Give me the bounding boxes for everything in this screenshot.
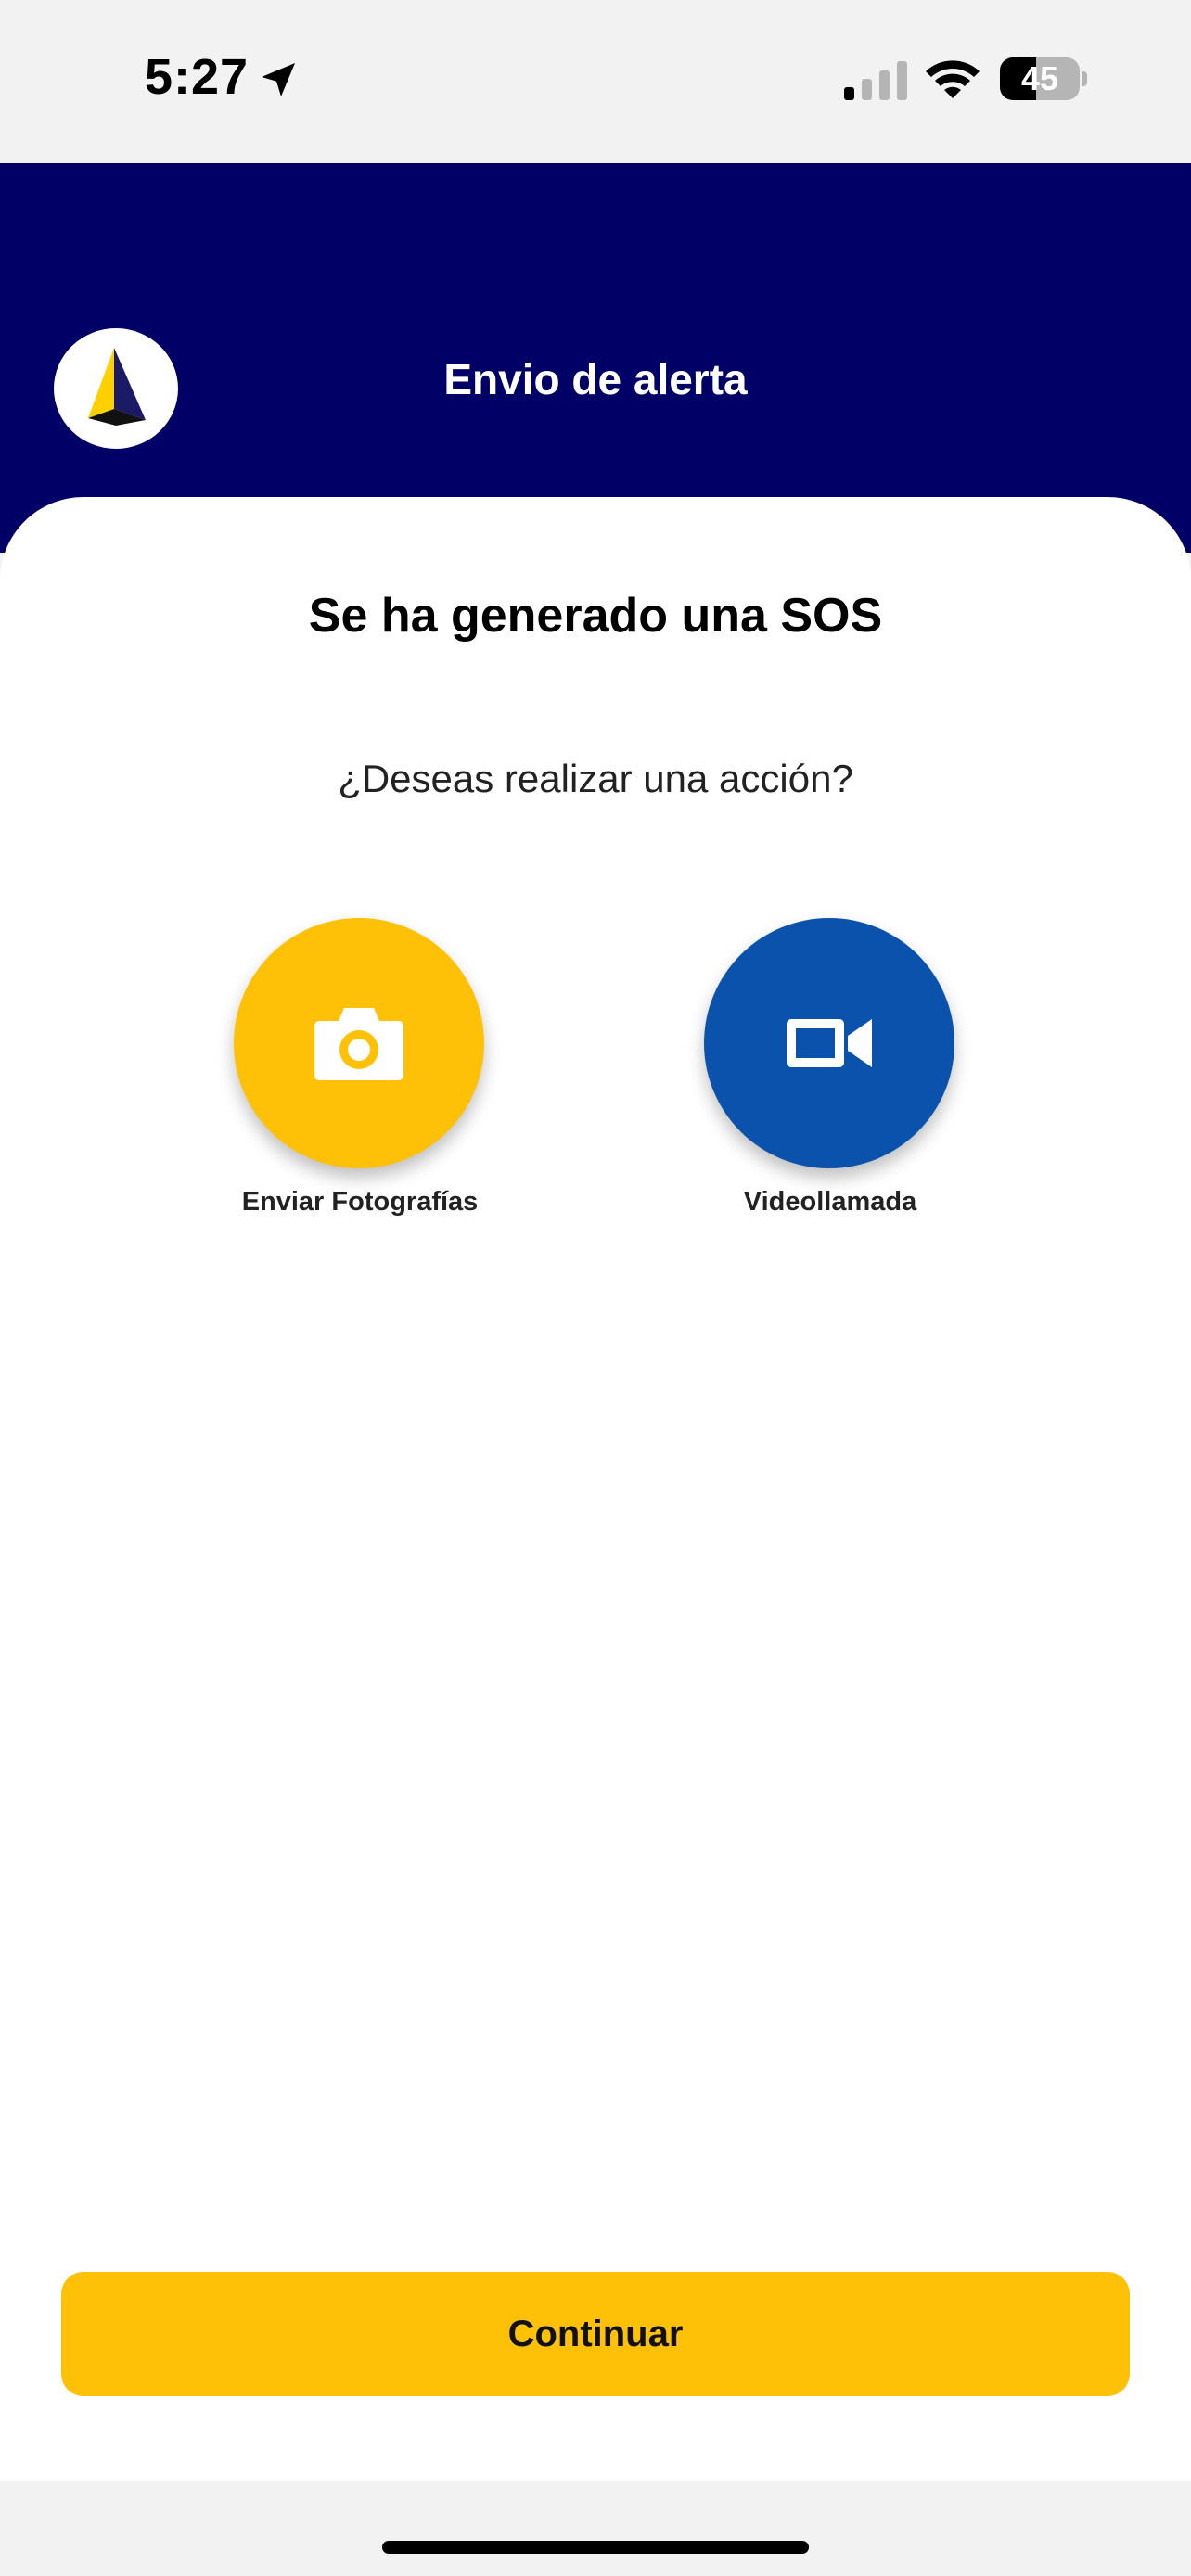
video-call-label: Videollamada (743, 1187, 917, 1217)
send-photos-action[interactable]: Enviar Fotografías (174, 918, 545, 1217)
header-title: Envio de alerta (443, 355, 748, 403)
cellular-signal-icon (844, 61, 907, 100)
battery-body: 45 (1000, 57, 1080, 100)
video-camera-icon (787, 1019, 872, 1067)
send-photos-button[interactable] (234, 918, 484, 1168)
status-time: 5:27 (145, 49, 250, 105)
battery-icon: 45 (1000, 57, 1087, 100)
continue-button[interactable]: Continuar (61, 2272, 1130, 2396)
battery-cap (1082, 71, 1087, 86)
camera-icon (314, 1008, 403, 1080)
location-arrow-icon (262, 63, 295, 96)
video-call-button[interactable] (704, 918, 954, 1168)
battery-level: 45 (1020, 59, 1059, 97)
action-question: ¿Deseas realizar una acción? (338, 757, 853, 800)
video-call-action[interactable]: Videollamada (645, 918, 1016, 1217)
app-header: Envio de alerta (0, 163, 1191, 553)
status-bar: 5:27 45 (0, 0, 1191, 163)
content-card: Se ha generado una SOS ¿Deseas realizar … (0, 497, 1191, 2481)
wifi-icon (926, 60, 980, 98)
home-indicator[interactable] (382, 2541, 809, 2554)
home-area (0, 2481, 1191, 2576)
send-photos-label: Enviar Fotografías (241, 1187, 479, 1217)
sos-title: Se ha generado una SOS (308, 589, 883, 643)
